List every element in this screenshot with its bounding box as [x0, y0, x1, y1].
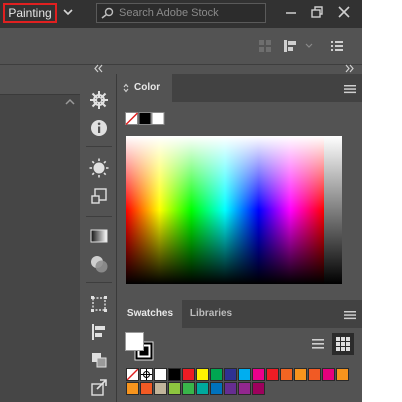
- search-icon: [101, 7, 114, 19]
- swatch[interactable]: [308, 368, 321, 381]
- swatch[interactable]: [266, 368, 279, 381]
- tab-libraries[interactable]: Libraries: [182, 300, 240, 328]
- swatch[interactable]: [196, 368, 209, 381]
- panel-menu-icon[interactable]: [344, 310, 356, 320]
- info-icon[interactable]: [89, 118, 109, 138]
- control-bar: [0, 28, 362, 65]
- helm-icon[interactable]: [89, 90, 109, 110]
- tab-color[interactable]: Color: [118, 74, 172, 102]
- swatches-panel-header: Swatches Libraries: [118, 300, 362, 328]
- swatch[interactable]: [168, 368, 181, 381]
- color-panel-header: Color: [118, 74, 362, 102]
- swatch[interactable]: [238, 382, 251, 395]
- swatch[interactable]: [168, 382, 181, 395]
- align-menu-icon[interactable]: [282, 38, 302, 54]
- restore-icon[interactable]: [308, 4, 326, 20]
- gradient-icon[interactable]: [89, 226, 109, 246]
- tab-color-label: Color: [134, 82, 161, 93]
- document-area: [0, 65, 80, 402]
- grayscale-ramp[interactable]: [324, 136, 342, 284]
- swatch[interactable]: [322, 368, 335, 381]
- chevron-down-icon[interactable]: [63, 8, 73, 16]
- fill-stroke-indicator[interactable]: [125, 112, 165, 126]
- brightness-icon[interactable]: [89, 158, 109, 178]
- app-window: Painting Search Adobe Stock Color Swatch…: [0, 0, 362, 402]
- swatch[interactable]: [210, 382, 223, 395]
- align-icon[interactable]: [89, 322, 109, 342]
- grid-view-icon: [336, 337, 350, 351]
- expand-collapse-icon[interactable]: [123, 83, 129, 93]
- swatch[interactable]: [252, 368, 265, 381]
- swatch[interactable]: [224, 368, 237, 381]
- tab-libraries-label: Libraries: [189, 308, 233, 319]
- search-input[interactable]: [119, 6, 259, 20]
- swatch[interactable]: [294, 368, 307, 381]
- collapse-left-icon[interactable]: [92, 64, 104, 73]
- swatch[interactable]: [126, 382, 139, 395]
- arrange-grid-icon[interactable]: [258, 39, 272, 53]
- close-icon[interactable]: [335, 4, 353, 20]
- swatch[interactable]: [182, 368, 195, 381]
- swatch[interactable]: [140, 382, 153, 395]
- document-tab-strip: [0, 65, 80, 95]
- swatch[interactable]: [210, 368, 223, 381]
- collapsed-panel-dock: [82, 74, 117, 402]
- panel-menu-icon[interactable]: [344, 84, 356, 94]
- swatch[interactable]: [224, 382, 237, 395]
- tab-swatches-label: Swatches: [126, 308, 174, 319]
- swatch-grid: [126, 368, 356, 402]
- swatch[interactable]: [140, 368, 153, 381]
- list-view-icon[interactable]: [310, 336, 326, 352]
- swatch[interactable]: [252, 382, 265, 395]
- workspace-label: Painting: [8, 6, 52, 20]
- search-adobe-stock[interactable]: [96, 3, 266, 23]
- export-icon[interactable]: [89, 378, 109, 398]
- chevron-up-icon[interactable]: [64, 98, 76, 106]
- list-menu-icon[interactable]: [330, 40, 344, 52]
- chevron-down-icon[interactable]: [305, 43, 313, 49]
- swatch[interactable]: [154, 368, 167, 381]
- swatch[interactable]: [182, 382, 195, 395]
- swatch[interactable]: [196, 382, 209, 395]
- grid-view-button[interactable]: [332, 333, 354, 355]
- pathfinder-icon[interactable]: [89, 350, 109, 370]
- swatch[interactable]: [126, 368, 139, 381]
- collapse-right-icon[interactable]: [344, 64, 356, 73]
- transform-icon[interactable]: [89, 186, 109, 206]
- swatch[interactable]: [280, 368, 293, 381]
- panel-dock: Color Swatches Libraries: [118, 74, 362, 402]
- minimize-icon[interactable]: [282, 4, 300, 20]
- tab-swatches[interactable]: Swatches: [118, 300, 182, 328]
- artboard-icon[interactable]: [89, 294, 109, 314]
- workspace-switcher[interactable]: Painting: [3, 3, 57, 23]
- swatch[interactable]: [154, 382, 167, 395]
- fill-stroke-swatch[interactable]: [125, 332, 155, 362]
- transparency-icon[interactable]: [89, 254, 109, 274]
- color-spectrum[interactable]: [126, 136, 324, 284]
- application-bar: Painting: [0, 0, 362, 28]
- swatch[interactable]: [336, 368, 349, 381]
- swatch[interactable]: [238, 368, 251, 381]
